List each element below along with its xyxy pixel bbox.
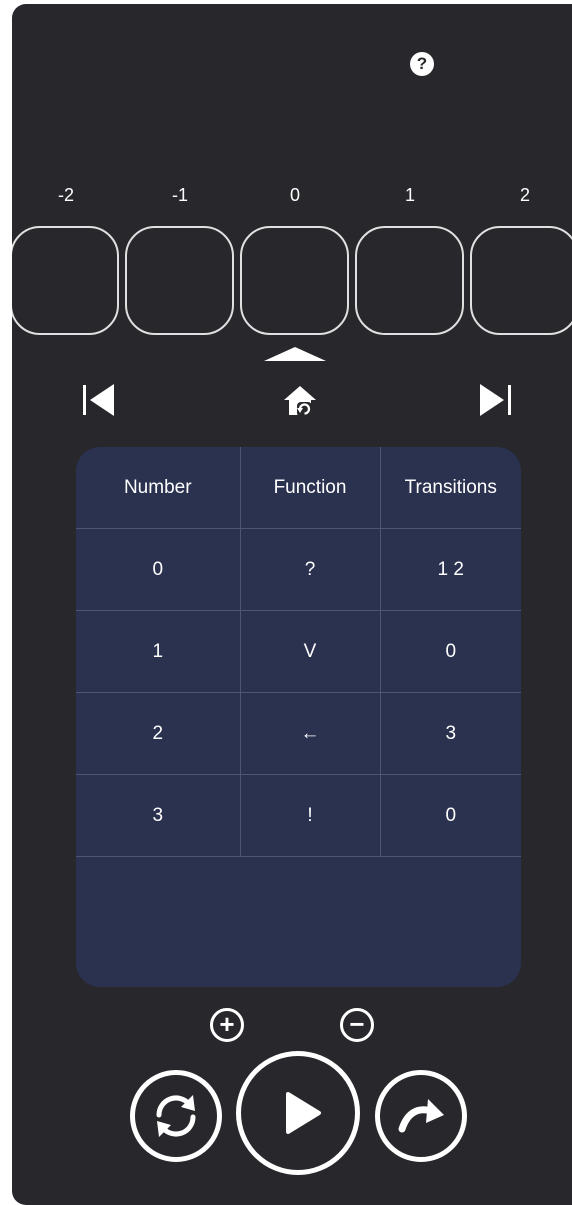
home-button[interactable] bbox=[280, 380, 320, 420]
state-function[interactable]: V bbox=[239, 610, 381, 693]
header-number: Number bbox=[76, 447, 241, 529]
state-function[interactable]: ? bbox=[239, 528, 381, 611]
tape-index-minus-1: -1 bbox=[171, 185, 188, 205]
step-button[interactable] bbox=[375, 1070, 467, 1162]
app-panel: ? -2 -1 0 1 2 Number Function Transition… bbox=[12, 4, 572, 1205]
state-number[interactable]: 0 bbox=[76, 528, 241, 611]
question-icon: ? bbox=[416, 54, 428, 73]
tape-cell[interactable] bbox=[12, 226, 119, 335]
play-icon bbox=[286, 1092, 321, 1134]
next-button[interactable] bbox=[476, 380, 516, 420]
sync-icon bbox=[156, 1095, 196, 1137]
tape-cell[interactable] bbox=[125, 226, 234, 335]
skip-back-icon bbox=[83, 384, 114, 416]
header-function: Function bbox=[239, 447, 381, 529]
plus-icon: + bbox=[219, 1009, 235, 1039]
prev-button[interactable] bbox=[80, 380, 120, 420]
state-transitions[interactable]: 1 2 bbox=[379, 528, 521, 611]
table-row[interactable]: 3 ! 0 bbox=[76, 774, 521, 857]
state-transitions[interactable]: 0 bbox=[379, 774, 521, 857]
state-transitions[interactable]: 3 bbox=[379, 692, 521, 775]
table-row[interactable]: 0 ? 1 2 bbox=[76, 528, 521, 611]
table-header-row: Number Function Transitions bbox=[76, 447, 521, 529]
state-function[interactable]: ← bbox=[239, 692, 381, 775]
tape-cell[interactable] bbox=[355, 226, 464, 335]
help-button[interactable]: ? bbox=[410, 52, 434, 76]
home-icon bbox=[284, 386, 316, 417]
tape-index-minus-2: -2 bbox=[57, 185, 74, 205]
tape-index-1: 1 bbox=[404, 185, 415, 205]
state-transitions[interactable]: 0 bbox=[379, 610, 521, 693]
state-number[interactable]: 3 bbox=[76, 774, 241, 857]
tape-cell[interactable] bbox=[240, 226, 349, 335]
skip-forward-icon bbox=[480, 384, 511, 416]
redo-icon bbox=[398, 1099, 444, 1133]
tape-head-marker bbox=[264, 347, 326, 361]
add-state-button[interactable]: + bbox=[210, 1008, 244, 1042]
tape-cell[interactable] bbox=[470, 226, 572, 335]
tape-index-2: 2 bbox=[519, 185, 530, 205]
reset-button[interactable] bbox=[130, 1070, 222, 1162]
table-row[interactable]: 2 ← 3 bbox=[76, 692, 521, 775]
header-transitions: Transitions bbox=[379, 447, 521, 529]
tape-index-0: 0 bbox=[289, 185, 300, 205]
remove-state-button[interactable]: − bbox=[340, 1008, 374, 1042]
state-number[interactable]: 2 bbox=[76, 692, 241, 775]
state-number[interactable]: 1 bbox=[76, 610, 241, 693]
transition-table: Number Function Transitions 0 ? 1 2 1 V … bbox=[76, 447, 521, 987]
minus-icon: − bbox=[349, 1009, 365, 1039]
play-button[interactable] bbox=[236, 1051, 360, 1175]
state-function[interactable]: ! bbox=[239, 774, 381, 857]
table-row[interactable]: 1 V 0 bbox=[76, 610, 521, 693]
